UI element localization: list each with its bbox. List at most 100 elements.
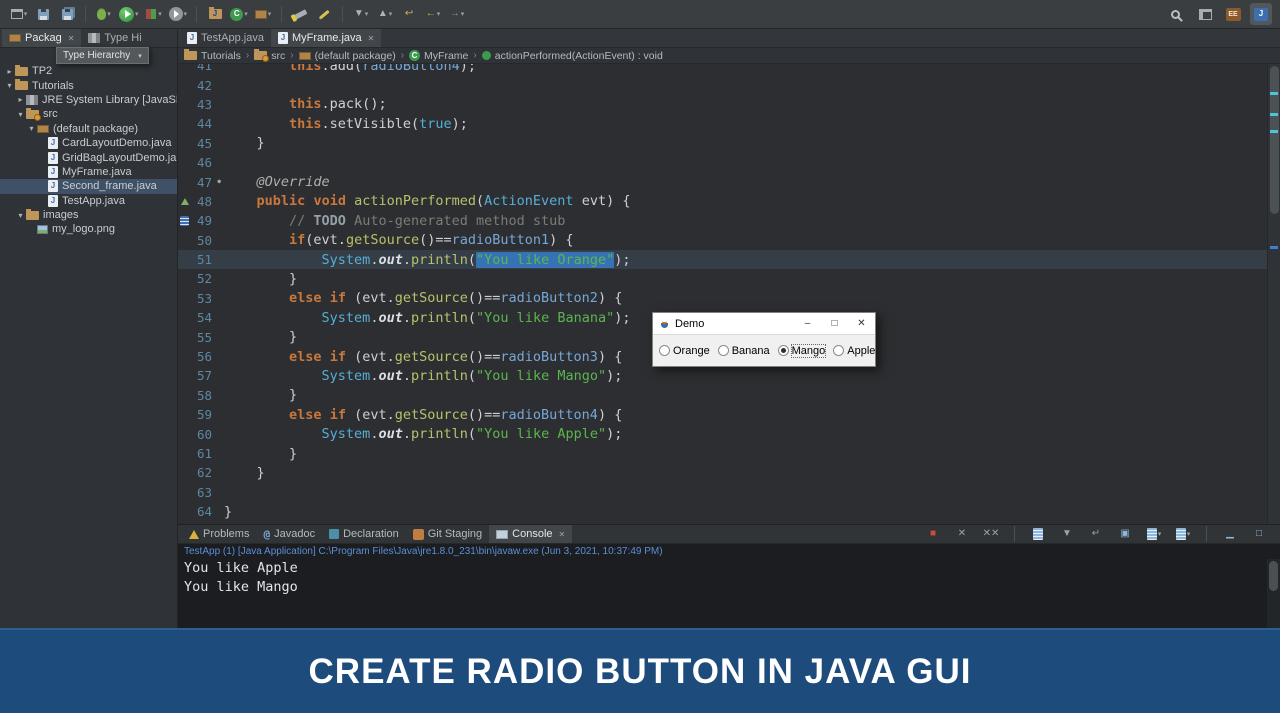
breadcrumb-item-default-package[interactable]: (default package) (298, 50, 396, 62)
tree-item-src[interactable]: ▾ src (0, 107, 177, 121)
radio-apple[interactable]: Apple (833, 345, 875, 357)
code-line-62[interactable]: 62 } (178, 463, 1280, 482)
editor-tab-myframe-java[interactable]: MyFrame.java ✕ (270, 29, 382, 47)
view-tab-packag[interactable]: Packag ✕ (2, 29, 82, 47)
code-line-63[interactable]: 63 (178, 483, 1280, 502)
maximize-view-button[interactable]: □ (1248, 523, 1270, 545)
breadcrumb-item-src[interactable]: src (254, 49, 285, 62)
save-button[interactable] (32, 3, 54, 25)
tree-item-tp2[interactable]: ▸ TP2 (0, 64, 177, 78)
back-button[interactable]: ← ▾ (422, 3, 444, 25)
tree-expand-arrow[interactable]: ▾ (4, 81, 15, 90)
code-line-58[interactable]: 58 } (178, 386, 1280, 405)
console-output[interactable]: You like Apple You like Mango (178, 559, 1280, 628)
open-perspective-button[interactable] (1194, 3, 1216, 25)
tree-item-gridbaglayoutdemo-ja[interactable]: GridBagLayoutDemo.ja (0, 150, 177, 164)
tree-item-images[interactable]: ▾ images (0, 208, 177, 222)
coverage-button[interactable]: ▾ (143, 3, 165, 25)
save-all-button[interactable] (56, 3, 78, 25)
previous-annotation-button[interactable]: ▲ ▾ (374, 3, 396, 25)
mark-occurrences-button[interactable] (313, 3, 335, 25)
code-line-59[interactable]: 59 else if (evt.getSource()==radioButton… (178, 405, 1280, 424)
view-tab-git-staging[interactable]: Git Staging (406, 525, 489, 543)
code-line-50[interactable]: 50 if(evt.getSource()==radioButton1) { (178, 231, 1280, 250)
remove-launch-button[interactable]: ✕ (951, 523, 973, 545)
pin-console-button[interactable]: ▣ (1114, 523, 1136, 545)
run-button[interactable]: ▾ (117, 3, 141, 25)
close-icon[interactable]: ✕ (368, 34, 375, 43)
code-line-44[interactable]: 44 this.setVisible(true); (178, 114, 1280, 133)
open-search-button[interactable] (289, 3, 311, 25)
new-package-button[interactable]: ▾ (252, 3, 274, 25)
minimize-view-button[interactable]: ▁ (1219, 523, 1241, 545)
radio-banana[interactable]: Banana (717, 345, 770, 357)
scrollbar-thumb[interactable] (1270, 66, 1279, 214)
code-line-51[interactable]: 51 System.out.println("You like Orange")… (178, 249, 1280, 270)
new-class-button[interactable]: C ▾ (228, 3, 250, 25)
editor[interactable]: 41 this.add(radioButton4); 42 43 this.pack… (178, 64, 1280, 524)
tree-item-jre-system-library-javase-1-8[interactable]: ▸ JRE System Library [JavaSE-1.8 (0, 93, 177, 107)
code-line-47[interactable]: 47 ● @Override (178, 172, 1280, 191)
code-line-42[interactable]: 42 (178, 75, 1280, 94)
radio-mango[interactable]: Mango (777, 343, 827, 358)
tree-item-tutorials[interactable]: ▾ Tutorials (0, 78, 177, 92)
tree-item-testapp-java[interactable]: TestApp.java (0, 194, 177, 208)
scrollbar-thumb[interactable] (1269, 561, 1278, 591)
forward-button[interactable]: → ▾ (446, 3, 468, 25)
close-icon[interactable]: ✕ (559, 530, 566, 539)
clear-console-button[interactable] (1027, 523, 1049, 545)
code-line-64[interactable]: 64} (178, 502, 1280, 521)
debug-button[interactable]: ▾ (93, 3, 115, 25)
radio-orange[interactable]: Orange (659, 345, 710, 357)
scroll-lock-button[interactable]: ▼ (1056, 523, 1078, 545)
code-line-46[interactable]: 46 (178, 153, 1280, 172)
view-tab-javadoc[interactable]: @ Javadoc (256, 525, 322, 543)
demo-titlebar[interactable]: Demo – □ ✕ (653, 313, 875, 335)
java-perspective-button[interactable]: J (1250, 3, 1272, 25)
console-scrollbar[interactable] (1267, 559, 1280, 628)
tree-item-my-logo-png[interactable]: my_logo.png (0, 222, 177, 236)
tree-expand-arrow[interactable]: ▸ (4, 67, 15, 76)
next-annotation-button[interactable]: ▼ ▾ (350, 3, 372, 25)
close-button[interactable]: ✕ (848, 313, 875, 334)
last-edit-location-button[interactable]: ↩ (398, 3, 420, 25)
tree-expand-arrow[interactable]: ▾ (15, 211, 26, 220)
tree-expand-arrow[interactable]: ▾ (26, 124, 37, 133)
code-line-60[interactable]: 60 System.out.println("You like Apple"); (178, 424, 1280, 443)
terminate-button[interactable]: ■ (922, 523, 944, 545)
new-java-project-button[interactable]: J (204, 3, 226, 25)
view-tab-declaration[interactable]: Declaration (322, 525, 406, 543)
tree-expand-arrow[interactable]: ▸ (15, 95, 26, 104)
search-button[interactable] (1166, 3, 1188, 25)
tree-expand-arrow[interactable]: ▾ (15, 110, 26, 119)
open-console-button[interactable]: ▾ (1172, 523, 1194, 545)
demo-window[interactable]: Demo – □ ✕ Orange Banana Mango Apple (652, 312, 876, 367)
remove-all-launches-button[interactable]: ✕✕ (980, 523, 1002, 545)
view-tab-console[interactable]: Console ✕ (489, 525, 573, 543)
editor-scrollbar[interactable] (1267, 64, 1280, 524)
code-line-52[interactable]: 52 } (178, 269, 1280, 288)
view-tab-problems[interactable]: Problems (182, 525, 256, 543)
new-wizard-button[interactable]: ▾ (8, 3, 30, 25)
code-line-43[interactable]: 43 this.pack(); (178, 95, 1280, 114)
tree-item-second-frame-java[interactable]: Second_frame.java (0, 179, 177, 194)
code-line-41[interactable]: 41 this.add(radioButton4); (178, 64, 1280, 75)
tree-item-myframe-java[interactable]: MyFrame.java (0, 165, 177, 179)
code-line-57[interactable]: 57 System.out.println("You like Mango"); (178, 366, 1280, 385)
external-tools-button[interactable]: ▾ (167, 3, 190, 25)
view-tab-type-hi[interactable]: Type Hi (81, 29, 148, 47)
type-hierarchy-tooltip[interactable]: Type Hierarchy ▾ (56, 47, 149, 64)
editor-tab-testapp-java[interactable]: TestApp.java (180, 29, 271, 47)
breadcrumb-item-actionperformed-actionevent-[interactable]: actionPerformed(ActionEvent) : void (481, 50, 663, 62)
code-line-48[interactable]: 48 public void actionPerformed(ActionEve… (178, 192, 1280, 211)
display-selected-console-button[interactable]: ▾ (1143, 523, 1165, 545)
code-line-49[interactable]: 49 // TODO Auto-generated method stub (178, 211, 1280, 230)
java-ee-perspective-button[interactable]: EE (1222, 3, 1244, 25)
breadcrumb-item-tutorials[interactable]: Tutorials (184, 49, 241, 62)
maximize-button[interactable]: □ (821, 313, 848, 334)
minimize-button[interactable]: – (794, 313, 821, 334)
close-icon[interactable]: ✕ (68, 34, 75, 43)
code-line-53[interactable]: 53 else if (evt.getSource()==radioButton… (178, 289, 1280, 308)
breadcrumb-item-myframe[interactable]: MyFrame (409, 50, 468, 62)
tree-item-cardlayoutdemo-java[interactable]: CardLayoutDemo.java (0, 136, 177, 150)
